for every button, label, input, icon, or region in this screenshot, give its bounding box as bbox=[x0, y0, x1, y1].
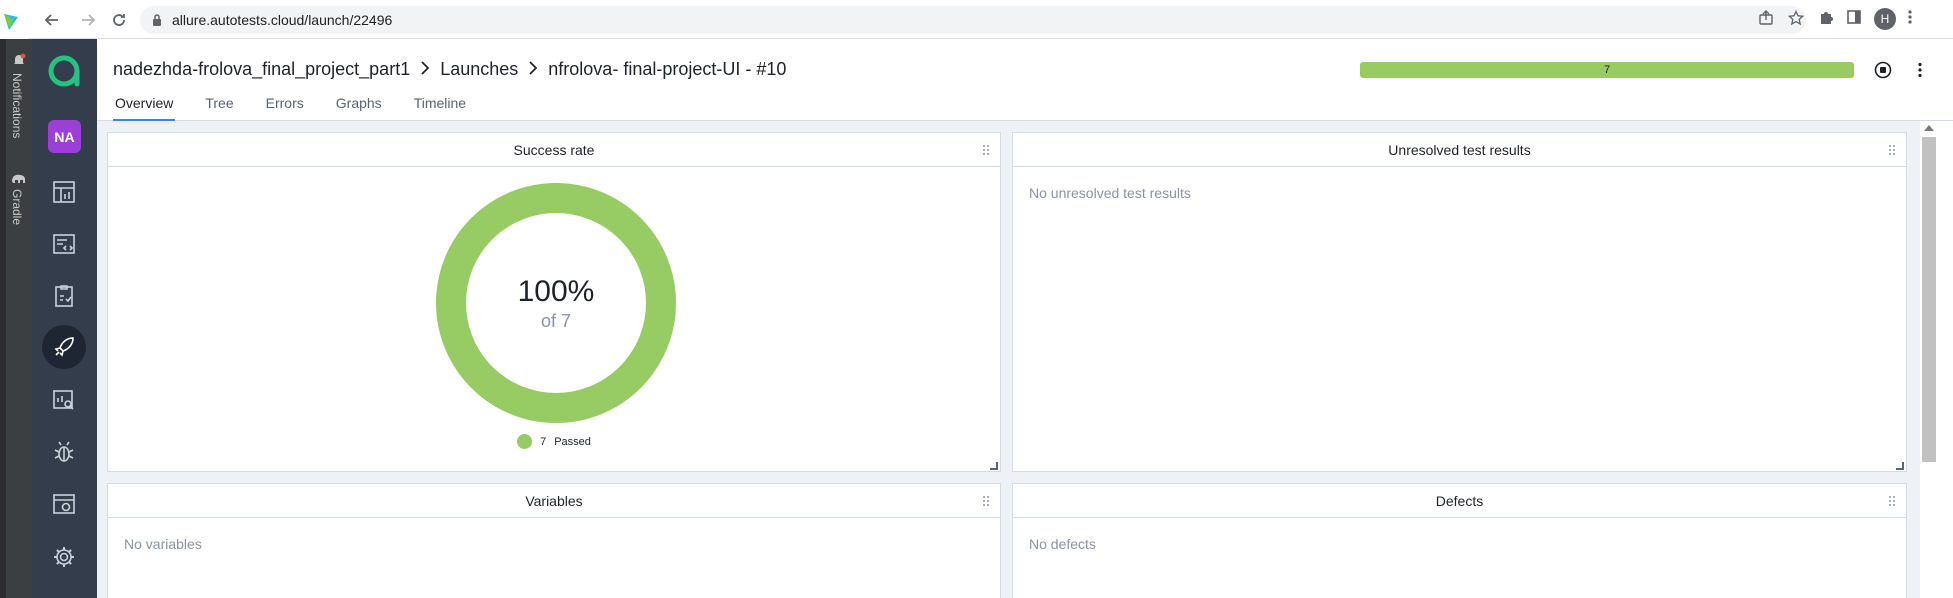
browser-menu-icon[interactable] bbox=[1908, 9, 1912, 30]
jobs-icon bbox=[53, 494, 75, 514]
drag-handle-icon[interactable] bbox=[1888, 144, 1896, 156]
widget-title: Variables bbox=[108, 484, 1000, 518]
app-sidebar: NA bbox=[32, 39, 97, 598]
gradle-elephant-icon[interactable] bbox=[11, 171, 27, 189]
legend-passed-count: 7 bbox=[540, 435, 547, 448]
success-rate-legend: 7 Passed bbox=[108, 434, 1000, 449]
variables-title: Variables bbox=[525, 492, 583, 509]
unresolved-title: Unresolved test results bbox=[1388, 141, 1531, 158]
lock-icon bbox=[152, 14, 162, 26]
chevron-right-icon bbox=[528, 59, 538, 80]
test-cases-icon bbox=[53, 234, 75, 254]
defects-widget: Defects No defects bbox=[1012, 483, 1907, 598]
back-button[interactable] bbox=[40, 8, 64, 32]
variables-body: No variables bbox=[108, 518, 1000, 598]
stop-launch-button[interactable] bbox=[1871, 58, 1895, 82]
success-rate-widget: Success rate 100% of 7 7 Passed bbox=[107, 132, 1001, 472]
widget-title: Success rate bbox=[108, 133, 1000, 167]
launch-tabs: Overview Tree Errors Graphs Timeline bbox=[113, 95, 496, 121]
bug-icon bbox=[54, 441, 74, 462]
scroll-up-arrow-icon[interactable] bbox=[1924, 125, 1934, 131]
defects-body: No defects bbox=[1013, 518, 1906, 598]
sidebar-item-defects[interactable] bbox=[42, 430, 86, 474]
notifications-label[interactable]: Notifications bbox=[10, 73, 24, 138]
launch-progress-bar[interactable]: 7 bbox=[1360, 62, 1854, 78]
sidebar-item-jobs[interactable] bbox=[42, 482, 86, 526]
tab-graphs[interactable]: Graphs bbox=[334, 95, 384, 121]
browser-toolbar: allure.autotests.cloud/launch/22496 H bbox=[0, 0, 1953, 39]
gradle-label[interactable]: Gradle bbox=[10, 189, 24, 225]
legend-passed-dot bbox=[517, 434, 533, 449]
stop-circle-icon bbox=[1874, 61, 1892, 79]
forward-button[interactable] bbox=[76, 8, 100, 32]
sidebar-item-test-cases[interactable] bbox=[42, 222, 86, 266]
reload-button[interactable] bbox=[107, 8, 131, 32]
success-rate-total: of 7 bbox=[540, 310, 572, 331]
tab-overview[interactable]: Overview bbox=[113, 95, 176, 121]
reload-icon bbox=[113, 14, 125, 26]
gear-icon bbox=[54, 547, 74, 567]
drag-handle-icon[interactable] bbox=[1888, 495, 1896, 507]
launch-menu-button[interactable] bbox=[1908, 58, 1932, 82]
arrow-left-icon bbox=[44, 14, 58, 26]
sidebar-item-dashboards[interactable] bbox=[42, 170, 86, 214]
url-text: allure.autotests.cloud/launch/22496 bbox=[172, 12, 393, 28]
tab-tree[interactable]: Tree bbox=[203, 95, 235, 121]
success-rate-body: 100% of 7 7 Passed bbox=[108, 167, 1000, 472]
more-vertical-icon bbox=[1918, 62, 1922, 78]
sidebar-item-launches[interactable] bbox=[42, 325, 86, 369]
widget-title: Unresolved test results bbox=[1013, 133, 1906, 167]
analytics-search-icon bbox=[53, 390, 74, 410]
bookmark-star-icon[interactable] bbox=[1787, 9, 1805, 31]
resize-handle[interactable] bbox=[990, 462, 998, 470]
variables-widget: Variables No variables bbox=[107, 483, 1001, 598]
share-icon[interactable] bbox=[1758, 9, 1774, 31]
breadcrumb: nadezhda-frolova_final_project_part1 Lau… bbox=[113, 59, 786, 80]
overview-content: Success rate 100% of 7 7 Passed Unresolv… bbox=[97, 121, 1920, 598]
breadcrumb-launches[interactable]: Launches bbox=[440, 59, 518, 80]
resize-handle[interactable] bbox=[1896, 462, 1904, 470]
defects-empty-text: No defects bbox=[1029, 536, 1096, 552]
drag-handle-icon[interactable] bbox=[982, 495, 990, 507]
donut-center-text: 100% of 7 bbox=[436, 183, 676, 423]
tab-errors[interactable]: Errors bbox=[264, 95, 306, 121]
defects-title: Defects bbox=[1435, 492, 1484, 509]
unresolved-body: No unresolved test results bbox=[1013, 167, 1906, 472]
ide-edge bbox=[0, 39, 6, 598]
sidebar-item-settings[interactable] bbox=[42, 535, 86, 579]
profile-avatar[interactable]: H bbox=[1874, 8, 1896, 30]
progress-count: 7 bbox=[1603, 64, 1611, 76]
ide-logo-area bbox=[0, 0, 28, 39]
ide-tool-strip: Notifications Gradle bbox=[0, 39, 32, 598]
breadcrumb-launch-name: nfrolova- final-project-UI - #10 bbox=[548, 59, 787, 79]
launches-rocket-icon bbox=[54, 337, 74, 357]
success-rate-title: Success rate bbox=[513, 141, 595, 158]
success-rate-value: 100% bbox=[517, 274, 595, 308]
ide-logo-icon bbox=[4, 14, 18, 30]
unresolved-results-widget: Unresolved test results No unresolved te… bbox=[1012, 132, 1907, 472]
extensions-puzzle-icon[interactable] bbox=[1818, 9, 1834, 30]
test-plans-icon bbox=[55, 285, 73, 307]
arrow-right-icon bbox=[82, 14, 96, 26]
drag-handle-icon[interactable] bbox=[982, 144, 990, 156]
side-panel-icon[interactable] bbox=[1846, 9, 1862, 30]
project-avatar[interactable]: NA bbox=[48, 120, 81, 153]
legend-passed-label: Passed bbox=[554, 435, 591, 448]
chevron-right-icon bbox=[420, 59, 430, 80]
breadcrumb-project[interactable]: nadezhda-frolova_final_project_part1 bbox=[113, 59, 410, 80]
widget-title: Defects bbox=[1013, 484, 1906, 518]
scrollbar-thumb[interactable] bbox=[1922, 137, 1936, 462]
success-rate-donut[interactable]: 100% of 7 bbox=[436, 183, 676, 423]
unresolved-empty-text: No unresolved test results bbox=[1029, 185, 1191, 201]
variables-empty-text: No variables bbox=[124, 536, 202, 552]
allure-logo[interactable] bbox=[42, 49, 86, 93]
address-bar[interactable]: allure.autotests.cloud/launch/22496 bbox=[140, 6, 1806, 34]
sidebar-item-analytics[interactable] bbox=[42, 378, 86, 422]
launch-header: nadezhda-frolova_final_project_part1 Lau… bbox=[97, 39, 1953, 121]
allure-logo-icon bbox=[48, 55, 80, 87]
dashboards-icon bbox=[53, 181, 75, 203]
tab-timeline[interactable]: Timeline bbox=[412, 95, 468, 121]
notifications-bell-icon[interactable] bbox=[12, 53, 26, 72]
sidebar-item-test-plans[interactable] bbox=[42, 274, 86, 318]
